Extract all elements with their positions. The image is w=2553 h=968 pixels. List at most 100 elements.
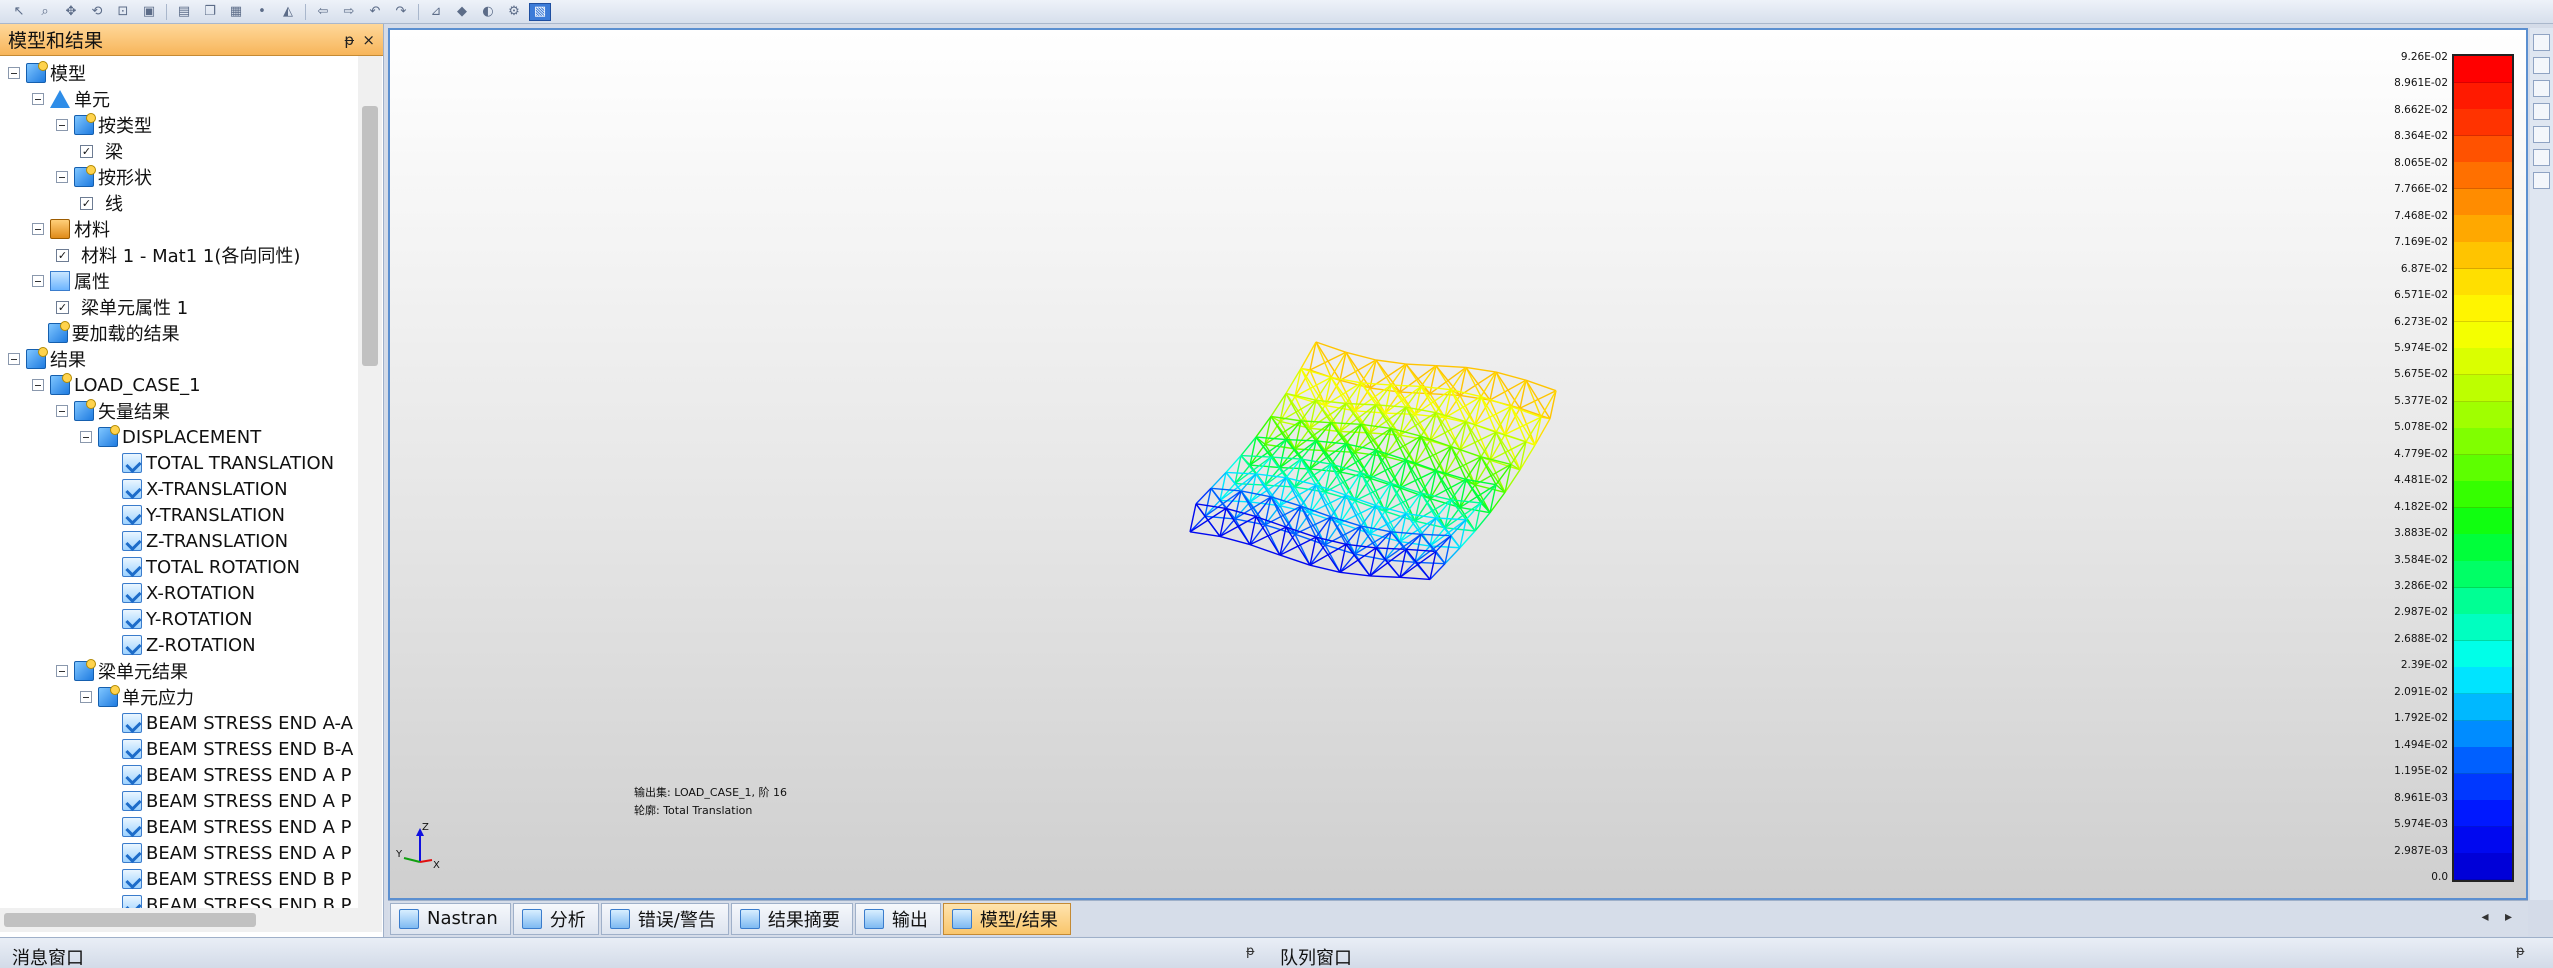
tree-item-label: BEAM STRESS END B P [146, 868, 352, 890]
arrow-left-icon[interactable]: ⇦ [312, 3, 334, 21]
settings-icon[interactable]: ⚙ [503, 3, 525, 21]
view-back-icon[interactable] [2533, 172, 2550, 189]
save-icon[interactable]: ▤ [173, 3, 195, 21]
tree-item[interactable]: 按类型 [56, 112, 152, 138]
tree-collapse-toggle[interactable] [56, 665, 68, 677]
fit-icon[interactable]: ⊡ [112, 3, 134, 21]
tree-item[interactable]: 属性 [32, 268, 110, 294]
tree-item[interactable]: 矢量结果 [56, 398, 170, 424]
tree-item[interactable]: Y-ROTATION [104, 606, 252, 632]
model-viewport[interactable]: 输出集: LOAD_CASE_1, 阶 16 轮廓: Total Transla… [390, 30, 2526, 898]
graphics-window[interactable]: 输出集: LOAD_CASE_1, 阶 16 轮廓: Total Transla… [388, 28, 2528, 900]
tree-checkbox[interactable]: ✓ [56, 248, 69, 262]
pin-icon[interactable]: ᵽ [344, 31, 354, 49]
truss-mesh-plot[interactable] [390, 30, 2526, 898]
tree-item[interactable]: 结果 [8, 346, 86, 372]
tab-2[interactable]: 错误/警告 [600, 902, 729, 935]
tree-item[interactable]: Z-ROTATION [104, 632, 256, 658]
close-icon[interactable]: × [362, 31, 375, 49]
tree-item[interactable]: BEAM STRESS END A P [104, 814, 351, 840]
tree-item[interactable]: BEAM STRESS END B P [104, 866, 352, 892]
element-icon[interactable]: ◭ [277, 3, 299, 21]
tree-item[interactable]: BEAM STRESS END B-A [104, 736, 353, 762]
tree-collapse-toggle[interactable] [56, 171, 68, 183]
view-cube-icon[interactable] [2533, 34, 2550, 51]
tree-checkbox[interactable]: ✓ [56, 300, 69, 314]
tree-item[interactable]: LOAD_CASE_1 [32, 372, 201, 398]
tree-item[interactable]: X-ROTATION [104, 580, 255, 606]
tab-4[interactable]: 输出 [854, 902, 941, 935]
tab-0[interactable]: Nastran [390, 902, 511, 935]
tree-item[interactable]: TOTAL ROTATION [104, 554, 300, 580]
display-icon[interactable]: ◐ [477, 3, 499, 21]
view-icon[interactable]: ▣ [138, 3, 160, 21]
tree-checkbox[interactable]: ✓ [80, 144, 93, 158]
select-icon[interactable]: ↖ [8, 3, 30, 21]
view-bottom-icon[interactable] [2533, 149, 2550, 166]
tree-vertical-scrollbar[interactable] [358, 56, 382, 908]
tree-collapse-toggle[interactable] [8, 67, 20, 79]
pan-icon[interactable]: ✥ [60, 3, 82, 21]
tree-item[interactable]: Y-TRANSLATION [104, 502, 285, 528]
queue-pin-icon[interactable]: ᵽ [2516, 944, 2525, 959]
queue-window-title[interactable]: 队列窗口 [1280, 944, 1352, 968]
tree-item[interactable]: BEAM STRESS END A P [104, 788, 351, 814]
arrow-right-icon[interactable]: ⇨ [338, 3, 360, 21]
tree-collapse-toggle[interactable] [80, 691, 92, 703]
tree-item[interactable]: BEAM STRESS END A-A [104, 710, 353, 736]
active-view-icon[interactable]: ▧ [529, 2, 551, 21]
tree-collapse-toggle[interactable] [8, 353, 20, 365]
view-iso-icon[interactable] [2533, 126, 2550, 143]
tree-item[interactable]: ✓ 梁单元属性 1 [56, 294, 188, 320]
undo-icon[interactable]: ↶ [364, 3, 386, 21]
scroll-thumb[interactable] [4, 913, 256, 927]
tree-item-label: 梁单元属性 1 [81, 298, 189, 319]
tree-item[interactable]: BEAM STRESS END A P [104, 762, 351, 788]
tab-5[interactable]: 模型/结果 [942, 902, 1071, 935]
view-top-icon[interactable] [2533, 80, 2550, 97]
tree-collapse-toggle[interactable] [32, 223, 44, 235]
tab-1[interactable]: 分析 [512, 902, 599, 935]
mesh-icon[interactable]: ▦ [225, 3, 247, 21]
results-icon[interactable]: ◆ [451, 3, 473, 21]
tree-checkbox[interactable]: ✓ [80, 196, 93, 210]
tree-collapse-toggle[interactable] [32, 93, 44, 105]
tree-item[interactable]: DISPLACEMENT [80, 424, 261, 450]
messages-pin-icon[interactable]: ᵽ [1246, 944, 1255, 959]
copy-icon[interactable]: ❐ [199, 3, 221, 21]
node-icon[interactable]: • [251, 3, 273, 21]
messages-window-title[interactable]: 消息窗口 [12, 944, 84, 968]
view-side-icon[interactable] [2533, 103, 2550, 120]
tree-horizontal-scrollbar[interactable] [0, 908, 382, 932]
zoom-icon[interactable]: ⌕ [34, 3, 56, 21]
tree-collapse-toggle[interactable] [32, 275, 44, 287]
beam-element [1405, 363, 1437, 367]
tree-item[interactable]: ✓ 线 [80, 190, 123, 216]
tab-scroll-arrows[interactable]: ◂ ▸ [2481, 909, 2518, 925]
tree-item[interactable]: BEAM STRESS END B P [104, 892, 352, 908]
tree-item[interactable]: 单元 [32, 86, 110, 112]
rotate-icon[interactable]: ⟲ [86, 3, 108, 21]
tree-item[interactable]: TOTAL TRANSLATION [104, 450, 334, 476]
tree-collapse-toggle[interactable] [56, 405, 68, 417]
tree-item[interactable]: ✓ 材料 1 - Mat1 1(各向同性) [56, 242, 300, 268]
tree-item[interactable]: 按形状 [56, 164, 152, 190]
tree-item[interactable]: 模型 [8, 60, 86, 86]
tree-item[interactable]: BEAM STRESS END A P [104, 840, 351, 866]
view-front-icon[interactable] [2533, 57, 2550, 74]
tree-collapse-toggle[interactable] [80, 431, 92, 443]
tab-3[interactable]: 结果摘要 [730, 902, 853, 935]
tree-item[interactable]: 梁单元结果 [56, 658, 188, 684]
tree-collapse-toggle[interactable] [32, 379, 44, 391]
measure-icon[interactable]: ⊿ [425, 3, 447, 21]
tree-item[interactable]: 单元应力 [80, 684, 194, 710]
tree-item[interactable]: 要加载的结果 [30, 320, 180, 346]
result-icon [122, 765, 142, 785]
tree-item[interactable]: ✓ 梁 [80, 138, 123, 164]
redo-icon[interactable]: ↷ [390, 3, 412, 21]
tree-item[interactable]: X-TRANSLATION [104, 476, 288, 502]
tree-item[interactable]: 材料 [32, 216, 110, 242]
tree-collapse-toggle[interactable] [56, 119, 68, 131]
tree-item[interactable]: Z-TRANSLATION [104, 528, 288, 554]
scroll-thumb[interactable] [362, 106, 378, 366]
